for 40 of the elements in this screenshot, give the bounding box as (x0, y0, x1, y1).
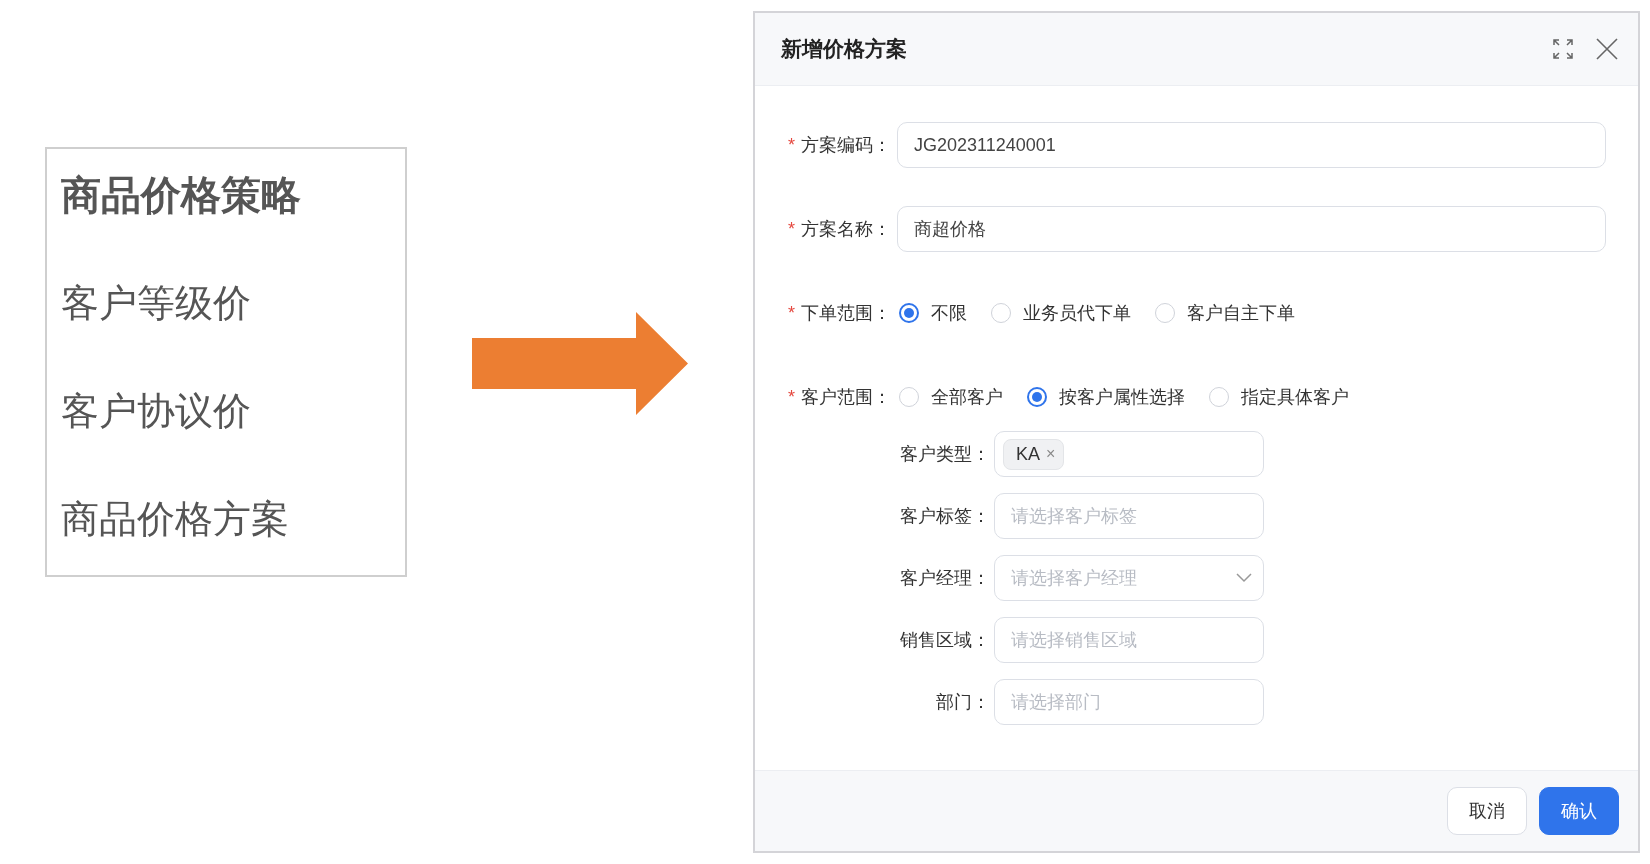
panel-title: 商品价格策略 (61, 172, 302, 219)
field-label: 方案编码： (801, 134, 891, 157)
field-label: 客户类型： (899, 443, 990, 466)
dialog-title: 新增价格方案 (781, 36, 908, 62)
text-field[interactable]: JG202311240001 (897, 122, 1606, 168)
panel-item: 客户等级价 (61, 281, 252, 326)
radio-label: 按客户属性选择 (1059, 386, 1185, 409)
field-label: 客户经理： (899, 567, 990, 590)
radio-label: 业务员代下单 (1023, 302, 1131, 325)
dropdown-field[interactable]: 请选择客户经理 (994, 555, 1264, 601)
confirm-button[interactable]: 确认 (1539, 787, 1619, 835)
radio-label: 全部客户 (931, 386, 1003, 409)
field-label: 客户标签： (899, 505, 990, 528)
select-field[interactable]: 请选择客户标签 (994, 493, 1264, 539)
field-label: 下单范围： (801, 302, 891, 325)
select-field[interactable]: 请选择部门 (994, 679, 1264, 725)
chevron-down-icon (1236, 573, 1252, 583)
radio-label: 客户自主下单 (1187, 302, 1295, 325)
tag: KA × (1003, 438, 1065, 470)
field-label: 部门： (935, 691, 990, 714)
required-mark: * (788, 218, 795, 240)
required-mark: * (788, 386, 795, 408)
field-label: 客户范围： (801, 386, 891, 409)
field-label: 销售区域： (899, 629, 990, 652)
tag-select-field[interactable]: KA × (994, 431, 1264, 477)
panel-item: 客户协议价 (61, 389, 252, 434)
radio-button[interactable] (1027, 387, 1047, 407)
expand-icon[interactable] (1552, 38, 1574, 60)
select-field[interactable]: 请选择销售区域 (994, 617, 1264, 663)
close-icon[interactable] (1596, 38, 1618, 60)
panel-item: 商品价格方案 (61, 497, 290, 542)
radio-label: 不限 (931, 302, 967, 325)
required-mark: * (788, 134, 795, 156)
text-field[interactable]: 商超价格 (897, 206, 1606, 252)
cancel-button[interactable]: 取消 (1447, 787, 1527, 835)
field-label: 方案名称： (801, 218, 891, 241)
right-arrow-icon (472, 312, 688, 415)
radio-label: 指定具体客户 (1241, 386, 1349, 409)
radio-button[interactable] (899, 303, 919, 323)
required-mark: * (788, 302, 795, 324)
